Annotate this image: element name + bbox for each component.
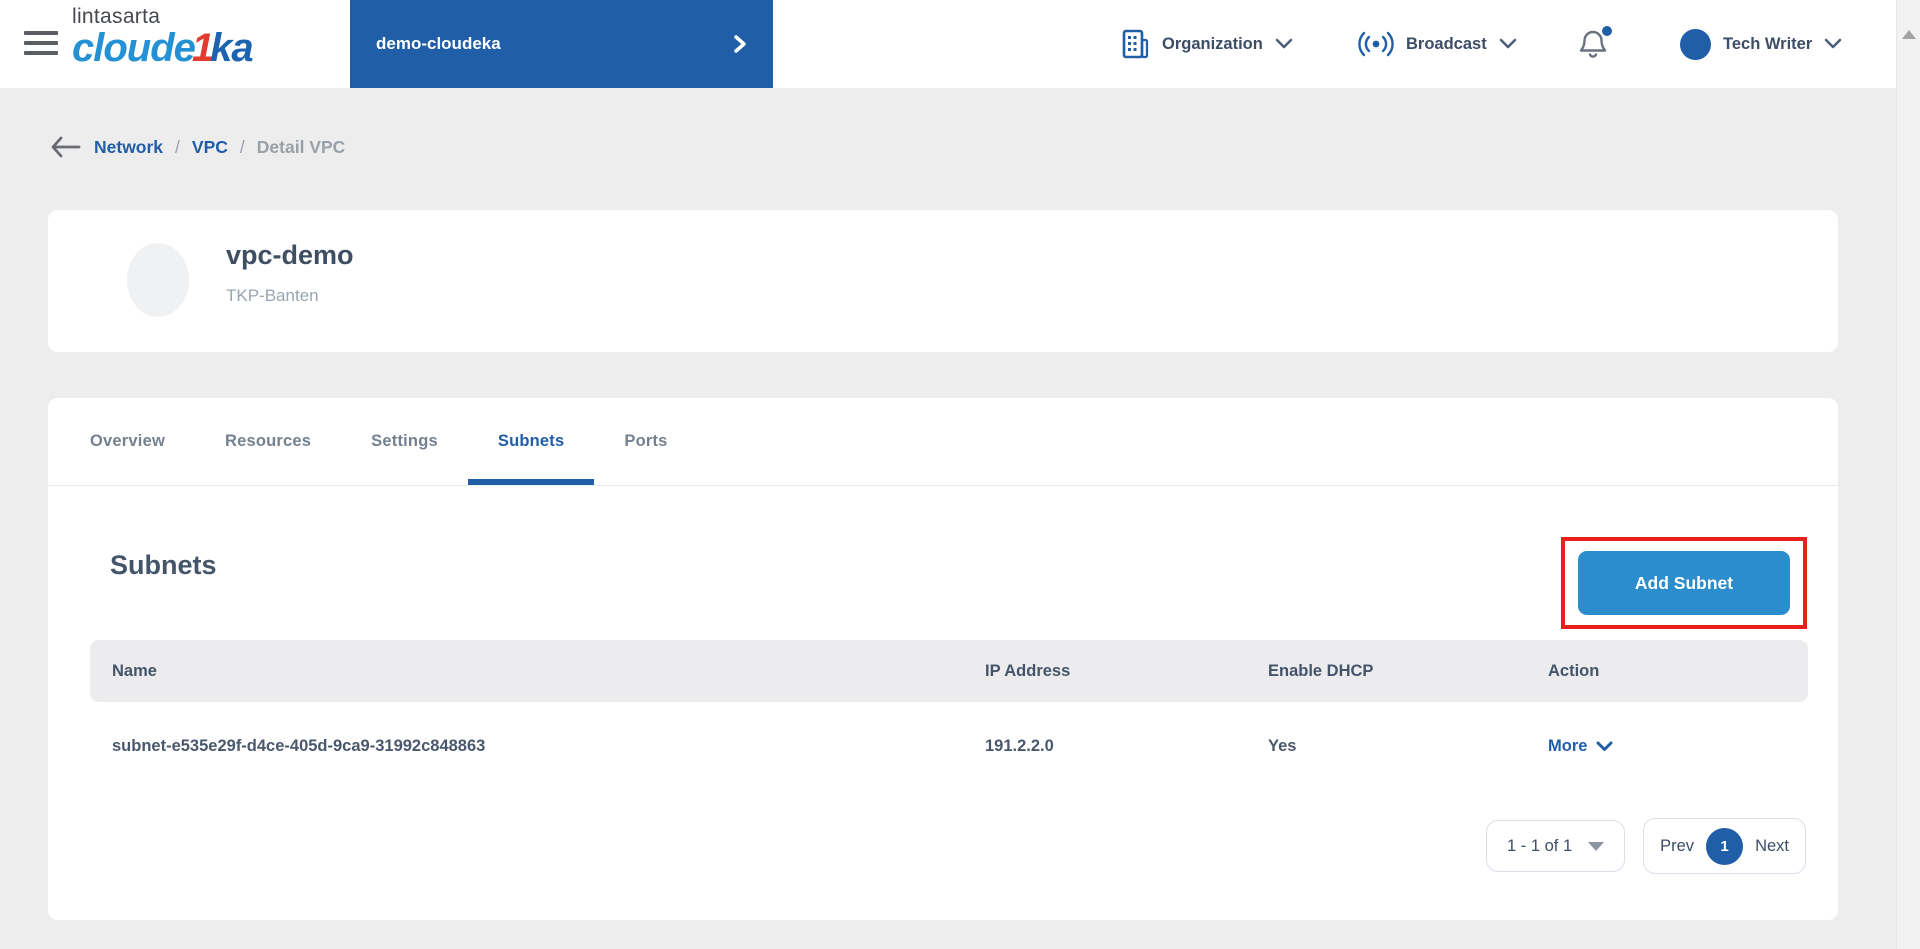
breadcrumb: Network / VPC / Detail VPC [50, 136, 345, 158]
broadcast-dropdown[interactable]: Broadcast [1358, 0, 1517, 88]
hamburger-menu-icon[interactable] [24, 31, 58, 57]
prev-page-button[interactable]: Prev [1660, 837, 1694, 856]
organization-icon [1120, 28, 1150, 60]
more-actions-button[interactable]: More [1548, 737, 1808, 756]
tab-overview[interactable]: Overview [60, 398, 195, 485]
subnet-ip-cell: 191.2.2.0 [985, 737, 1268, 756]
tab-settings[interactable]: Settings [341, 398, 468, 485]
chevron-right-icon [733, 34, 747, 54]
user-name: Tech Writer [1723, 35, 1812, 54]
tab-bar: Overview Resources Settings Subnets Port… [48, 398, 1838, 486]
scroll-up-arrow-icon[interactable] [1902, 30, 1916, 39]
brand-logo: lintasarta cloude1ka [72, 6, 253, 68]
tab-ports[interactable]: Ports [594, 398, 697, 485]
project-name: demo-cloudeka [376, 34, 501, 54]
pager: Prev 1 Next [1643, 818, 1806, 874]
vertical-scrollbar[interactable] [1896, 0, 1920, 949]
subnet-name-cell: subnet-e535e29f-d4ce-405d-9ca9-31992c848… [112, 737, 985, 756]
brand-cloudeka: cloude1ka [72, 28, 253, 68]
brand-lintasarta: lintasarta [72, 6, 253, 27]
breadcrumb-separator: / [240, 137, 245, 158]
broadcast-label: Broadcast [1406, 35, 1487, 54]
breadcrumb-network[interactable]: Network [94, 137, 163, 158]
notification-badge [1602, 26, 1612, 36]
organization-label: Organization [1162, 35, 1263, 54]
vpc-detail-card: Overview Resources Settings Subnets Port… [48, 398, 1838, 920]
vpc-location: TKP-Banten [226, 286, 319, 306]
avatar [1680, 29, 1711, 60]
current-page-button[interactable]: 1 [1706, 828, 1743, 865]
chevron-down-icon [1824, 38, 1842, 50]
chevron-down-icon [1499, 38, 1517, 50]
app-header: lintasarta cloude1ka demo-cloudeka Organ… [0, 0, 1920, 88]
vpc-avatar [127, 243, 189, 317]
broadcast-icon [1358, 30, 1394, 58]
column-header-action: Action [1548, 662, 1808, 681]
vpc-name: vpc-demo [226, 240, 354, 271]
tab-resources[interactable]: Resources [195, 398, 341, 485]
table-row: subnet-e535e29f-d4ce-405d-9ca9-31992c848… [90, 702, 1808, 790]
add-subnet-button[interactable]: Add Subnet [1578, 551, 1790, 615]
breadcrumb-vpc[interactable]: VPC [192, 137, 228, 158]
chevron-down-icon [1596, 741, 1613, 752]
highlight-annotation: Add Subnet [1561, 537, 1807, 629]
chevron-down-icon [1275, 38, 1293, 50]
pagination-range-label: 1 - 1 of 1 [1507, 837, 1572, 856]
more-label: More [1548, 737, 1587, 756]
table-header: Name IP Address Enable DHCP Action [90, 640, 1808, 702]
back-arrow-icon[interactable] [50, 136, 82, 158]
breadcrumb-separator: / [175, 137, 180, 158]
subnet-dhcp-cell: Yes [1268, 737, 1548, 756]
vpc-summary-card: vpc-demo TKP-Banten [48, 210, 1838, 352]
column-header-name: Name [112, 662, 985, 681]
column-header-enable-dhcp: Enable DHCP [1268, 662, 1548, 681]
organization-dropdown[interactable]: Organization [1120, 0, 1293, 88]
notifications-button[interactable] [1578, 0, 1608, 88]
section-title: Subnets [110, 550, 217, 581]
dropdown-arrow-icon [1588, 842, 1604, 851]
next-page-button[interactable]: Next [1755, 837, 1789, 856]
column-header-ip-address: IP Address [985, 662, 1268, 681]
project-selector[interactable]: demo-cloudeka [350, 0, 773, 88]
rows-per-page-dropdown[interactable]: 1 - 1 of 1 [1486, 820, 1625, 872]
breadcrumb-detail-vpc: Detail VPC [257, 137, 346, 158]
user-menu[interactable]: Tech Writer [1680, 0, 1842, 88]
pagination: 1 - 1 of 1 Prev 1 Next [1486, 818, 1806, 874]
tab-subnets[interactable]: Subnets [468, 398, 595, 485]
